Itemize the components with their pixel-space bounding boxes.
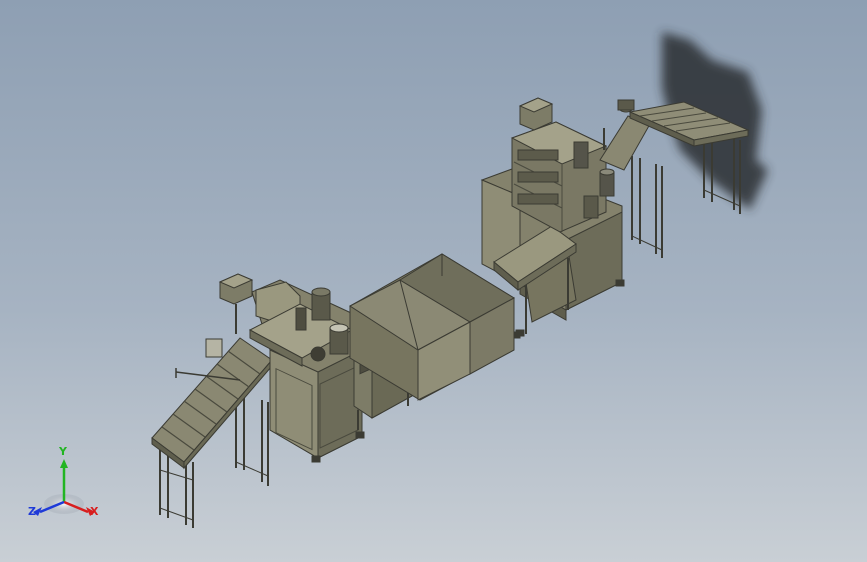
x-axis-label: X xyxy=(90,505,99,518)
production-line-model[interactable] xyxy=(0,0,867,562)
coordinate-triad: Y X Z xyxy=(24,446,104,526)
cad-viewport[interactable]: Y X Z xyxy=(0,0,867,562)
y-axis-label: Y xyxy=(59,445,67,458)
left-incline-conveyor[interactable] xyxy=(151,337,273,528)
z-axis-label: Z xyxy=(28,505,36,518)
